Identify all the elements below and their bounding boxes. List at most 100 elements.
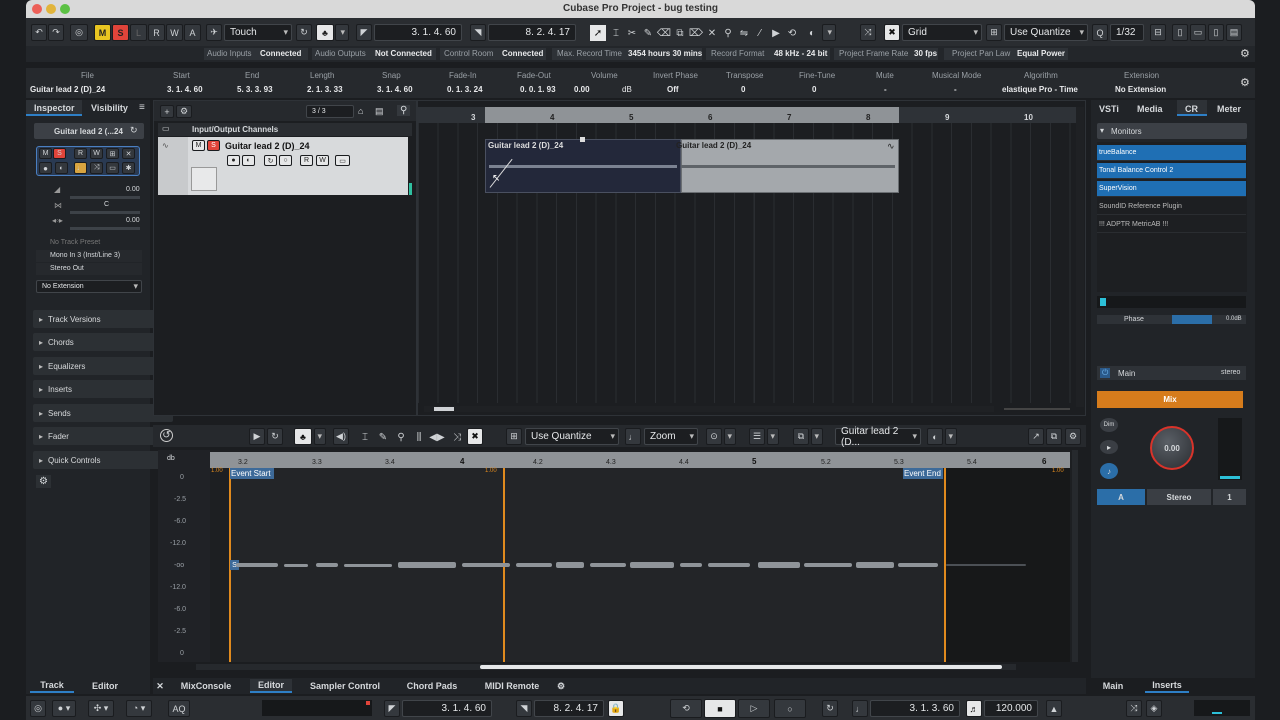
tab-sampler-control[interactable]: Sampler Control (306, 679, 384, 693)
editor-expand-icon[interactable]: ↗ (1028, 428, 1044, 445)
editor-color-dropdown[interactable] (945, 428, 957, 445)
talkback-button[interactable]: ▸ (1100, 440, 1118, 454)
erase2-tool-icon[interactable]: ⌦ (688, 25, 704, 41)
inspector-monitor-button[interactable]: ◐ (55, 162, 68, 174)
inspector-edit-button[interactable]: ⊞ (106, 148, 119, 159)
transport-tempo-icon[interactable]: ♬ (966, 700, 982, 717)
tab-main[interactable]: Main (1094, 679, 1132, 693)
track-name[interactable]: Guitar lead 2 (D)_24 (225, 141, 310, 151)
transport-right-locator-icon[interactable]: ◥ (516, 700, 532, 717)
right-locator-icon[interactable]: ◥ (470, 24, 486, 41)
mute-tool-icon[interactable]: ✕ (704, 25, 720, 41)
inspector-solo-button[interactable]: S (53, 148, 66, 159)
tab-track[interactable]: Track (30, 679, 74, 693)
editor-view-icon[interactable]: ⊙ (706, 428, 722, 445)
transport-metronome-icon[interactable]: ◈ (1146, 700, 1162, 717)
tab-editor-left[interactable]: Editor (80, 679, 130, 693)
mix-button[interactable]: Mix (1097, 391, 1243, 408)
editor-color-icon[interactable]: ◐ (927, 428, 943, 445)
editor-track-select[interactable]: Guitar lead 2 (D... (835, 426, 921, 448)
comp-tool-icon[interactable]: ⇋ (736, 25, 752, 41)
transport-marker-icon[interactable]: ↻ (822, 700, 838, 717)
tab-meter[interactable]: Meter (1217, 104, 1241, 114)
auto-quantize-button[interactable]: AQ (168, 700, 190, 717)
track-loop-button[interactable]: ↻ (264, 155, 277, 166)
transport-tempo[interactable]: 120.000 (984, 700, 1038, 717)
transport-stop-button[interactable]: ■ (704, 699, 736, 718)
transport-punch-icon[interactable]: ◔ ▾ (126, 700, 152, 717)
info-algorithm[interactable]: elastique Pro - Time (1002, 85, 1078, 94)
main-power-icon[interactable]: ⏻ (1100, 368, 1111, 378)
track-lanes-button[interactable]: ▭ (335, 155, 350, 166)
editor-view-dropdown[interactable] (724, 428, 736, 445)
inspector-mute-button[interactable]: M (39, 148, 52, 159)
show-lower-zone-icon[interactable]: ▭ (1190, 24, 1206, 41)
track-monitor-button[interactable]: ◐ (242, 155, 255, 166)
split-tool-icon[interactable]: ✂ (624, 25, 640, 41)
inspector-timebase-button[interactable]: ♩ (74, 162, 87, 174)
section-sends[interactable]: Sends⊔ (33, 404, 173, 422)
project-hscroll-thumb[interactable] (434, 407, 454, 411)
automation-mode-icon[interactable]: ✈ (206, 24, 222, 41)
plugin-slot-1[interactable]: trueBalance (1097, 145, 1246, 161)
close-lower-zone-icon[interactable]: ✕ (154, 679, 166, 693)
add-track-options-button[interactable]: ⚙ (176, 105, 192, 118)
info-extension[interactable]: No Extension (1115, 85, 1166, 94)
track-timebase-button[interactable]: ○ (279, 155, 292, 166)
editor-options-icon[interactable]: ⧉ (1046, 428, 1062, 445)
listen-button[interactable]: L (130, 24, 147, 41)
nudge-icon[interactable]: ⤨ (860, 24, 876, 41)
track-read-button[interactable]: R (300, 155, 313, 166)
section-inserts[interactable]: Inserts⊖ (33, 380, 173, 398)
info-snap[interactable]: 3. 1. 4. 60 (377, 85, 413, 94)
info-transpose[interactable]: 0 (741, 85, 745, 94)
fade-handle[interactable] (580, 137, 585, 142)
grid-type-select[interactable]: Grid (902, 24, 982, 41)
transport-cycle-button[interactable]: ⟲ (670, 699, 702, 718)
info-fade-out[interactable]: 0. 0. 1. 93 (520, 85, 556, 94)
undo-button[interactable]: ↶ (31, 24, 47, 41)
editor-sync-icon[interactable]: ↺ (160, 429, 173, 442)
read-button[interactable]: R (148, 24, 165, 41)
volume-fader[interactable] (70, 196, 140, 199)
section-fader[interactable]: Fader▮ (33, 427, 173, 445)
output-a-button[interactable]: A (1097, 489, 1145, 505)
redo-button[interactable]: ↷ (48, 24, 64, 41)
editor-hitpoint-tool-icon[interactable]: ⫼ (411, 429, 427, 445)
transport-time-format-icon[interactable]: ♩ (852, 700, 868, 717)
edit-channel-icon[interactable]: ↻ (130, 125, 138, 136)
editor-window-dropdown[interactable] (811, 428, 823, 445)
plugin-slot-5[interactable]: !!! ADPTR MetricAB !!! (1097, 217, 1246, 233)
track-search-icon[interactable]: ⚲ (397, 105, 411, 116)
info-musical-mode[interactable]: - (954, 85, 957, 94)
editor-zoom-tool-icon[interactable]: ⚲ (393, 429, 409, 445)
inspector-settings-button[interactable]: ✱ (122, 162, 135, 174)
plugin-slot-2[interactable]: Tonal Balance Control 2 (1097, 163, 1246, 179)
plugin-slot-3[interactable]: SuperVision (1097, 181, 1246, 197)
output-channel-button[interactable]: 1 (1213, 489, 1246, 505)
editor-hscroll-thumb[interactable] (480, 665, 1002, 669)
inspector-lanes-button[interactable]: ⤨ (90, 162, 103, 174)
editor-settings-icon[interactable]: ⚙ (1065, 428, 1081, 445)
inspector-folder-button[interactable]: ▭ (106, 162, 119, 174)
write-button[interactable]: W (166, 24, 183, 41)
project-zoom-slider[interactable] (1004, 408, 1070, 410)
transport-left-locator[interactable]: 3. 1. 4. 60 (402, 700, 492, 717)
tab-mixconsole[interactable]: MixConsole (174, 679, 238, 693)
tab-midi-remote[interactable]: MIDI Remote (480, 679, 544, 693)
zoom-tool-icon[interactable]: ⚲ (720, 25, 736, 41)
track-record-button[interactable]: ● (227, 155, 240, 166)
transport-play-button[interactable]: ▷ (738, 699, 770, 718)
inspector-write-button[interactable]: W (90, 148, 103, 159)
suspend-icon[interactable]: ↻ (296, 24, 312, 41)
section-track-versions[interactable]: Track Versions⫴ (33, 310, 173, 328)
automation-mode-select[interactable]: Touch (224, 24, 292, 41)
show-right-zone-icon[interactable]: ▯ (1208, 24, 1224, 41)
snap-mode-dropdown[interactable] (335, 24, 349, 41)
locator-range[interactable] (485, 107, 899, 123)
transport-right-locator[interactable]: 8. 2. 4. 17 (534, 700, 604, 717)
lower-zone-settings-icon[interactable]: ⚙ (554, 679, 568, 693)
left-locator-field[interactable]: 3. 1. 4. 60 (374, 24, 462, 41)
plugin-slot-4[interactable]: SoundID Reference Plugin (1097, 199, 1246, 215)
transport-cycle-mode-icon[interactable]: ✣ ▾ (88, 700, 114, 717)
